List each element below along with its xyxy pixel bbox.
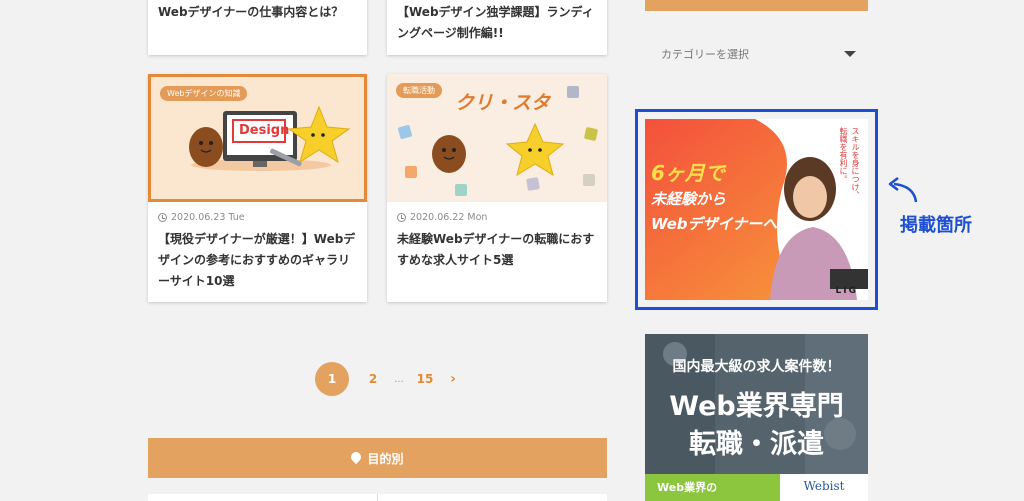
article-card-top-1[interactable]: Webデザイナーの仕事内容とは？ [148, 0, 367, 55]
design-illustration [189, 105, 351, 171]
webist-headline-2: 転職・派遣 [689, 429, 824, 460]
lig-ad-banner[interactable]: 6ヶ月で 未経験から Webデザイナーへ。 スキルを身につけ、 転職を有利に。 … [645, 119, 868, 300]
clock-icon [397, 213, 406, 222]
date-text: 2020.06.22 Mon [410, 212, 488, 223]
thumbnail-text: Design [239, 123, 290, 138]
article-title[interactable]: 【Webデザイン独学課題】ランディングページ制作編!! [397, 2, 597, 44]
banner-headline: 6ヶ月で 未経験から Webデザイナーへ。 [651, 161, 792, 234]
category-select-label: カテゴリーを選択 [661, 48, 749, 61]
thumbnail-text: クリ・スタ [455, 92, 551, 114]
article-thumbnail[interactable]: Webデザインの知識 Design [148, 74, 367, 202]
map-pin-icon [351, 452, 361, 465]
article-title[interactable]: Webデザイナーの仕事内容とは？ [158, 2, 357, 23]
purpose-label: 目的別 [367, 451, 404, 466]
lig-logo: LIG [835, 286, 858, 296]
banner-headline-line-3: Webデザイナーへ。 [651, 214, 793, 233]
purpose-section-header[interactable]: 目的別 [148, 438, 607, 478]
page: Webデザイナーの仕事内容とは？ 【Webデザイン独学課題】ランディングページ制… [0, 0, 1024, 501]
webist-logo: Webist [803, 479, 845, 493]
article-title[interactable]: 未経験Webデザイナーの転職におすすめな求人サイト5選 [397, 229, 597, 271]
purpose-list-stub [148, 494, 607, 501]
page-link-last[interactable]: 15 [411, 372, 439, 386]
article-card-1[interactable]: Webデザインの知識 Design 2020.06.23 Tue 【現役デザイナ… [148, 74, 367, 302]
date-text: 2020.06.23 Tue [171, 212, 245, 223]
post-date: 2020.06.22 Mon [397, 212, 597, 223]
pagination: 1 2 ... 15 › [315, 362, 467, 396]
page-current[interactable]: 1 [315, 362, 349, 396]
article-title[interactable]: 【現役デザイナーが厳選！】Webデザインの参考におすすめのギャラリーサイト10選 [158, 229, 357, 292]
sidebar-widget-header [645, 0, 868, 11]
category-select[interactable]: カテゴリーを選択 [645, 36, 868, 72]
page-link-2[interactable]: 2 [359, 372, 387, 386]
banner-headline-line-2: 未経験から [651, 190, 727, 208]
article-card-2[interactable]: 転職活動 クリ・スタ 2020.06.22 Mon 未経験Webデザイナーの転職… [387, 74, 607, 302]
clock-icon [158, 213, 167, 222]
banner-vertical-copy-2: 転職を有利に。 [839, 127, 848, 183]
banner-headline-line-1: 6ヶ月で [651, 161, 725, 185]
arrow-icon [888, 177, 918, 203]
chevron-right-icon[interactable]: › [439, 371, 467, 387]
article-card-top-2[interactable]: 【Webデザイン独学課題】ランディングページ制作編!! [387, 0, 607, 55]
webist-bottom-copy: Web業界の [657, 481, 718, 494]
banner-vertical-copy-1: スキルを身につけ、 [851, 127, 860, 199]
webist-ad-banner[interactable]: 国内最大級の求人案件数！ Web業界専門 転職・派遣 Web業界の Webist [645, 334, 868, 501]
placement-annotation: 掲載箇所 [900, 215, 972, 236]
post-date: 2020.06.23 Tue [158, 212, 357, 223]
caret-down-icon [844, 51, 856, 57]
article-thumbnail[interactable]: 転職活動 クリ・スタ [387, 74, 607, 202]
webist-top-copy: 国内最大級の求人案件数！ [672, 359, 841, 375]
webist-headline-1: Web業界専門 [669, 391, 844, 422]
page-ellipsis: ... [394, 373, 404, 385]
